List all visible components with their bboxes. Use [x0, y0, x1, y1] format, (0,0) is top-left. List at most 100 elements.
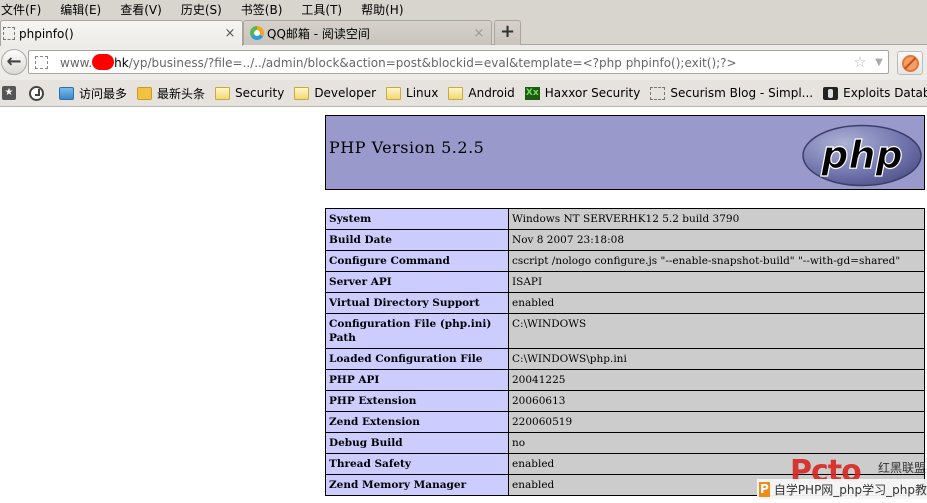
- block-icon: [902, 55, 919, 72]
- info-row: PHP API 20041225: [325, 369, 925, 391]
- info-key: Thread Safety: [325, 453, 509, 475]
- bookmarks-star-icon: ★: [2, 86, 16, 100]
- haxxor-icon: Xx: [524, 86, 540, 100]
- info-key: PHP Extension: [325, 390, 509, 412]
- info-value: cscript /nologo configure.js "--enable-s…: [508, 250, 925, 272]
- folder-icon: [215, 86, 231, 100]
- info-key: Configure Command: [325, 250, 509, 272]
- info-key: Configuration File (php.ini) Path: [325, 313, 509, 349]
- bookmark-folder-linux[interactable]: Linux: [386, 86, 438, 100]
- bookmark-most-visited[interactable]: 访问最多: [59, 85, 127, 102]
- tab-strip: phpinfo() × QQ邮箱 - 阅读空间 × +: [0, 18, 927, 46]
- info-key: Zend Memory Manager: [325, 474, 509, 496]
- rss-icon: [137, 86, 153, 100]
- bookmark-star-icon[interactable]: ☆: [850, 53, 870, 71]
- info-row: Zend Extension 220060519: [325, 411, 925, 433]
- info-key: Debug Build: [325, 432, 509, 454]
- tab-title: QQ邮箱 - 阅读空间: [267, 26, 370, 41]
- tab-qq-mail[interactable]: QQ邮箱 - 阅读空间 ×: [243, 20, 492, 45]
- url-path: /yp/business/?file=../../admin/block&act…: [128, 56, 737, 70]
- exploit-db-icon: [823, 86, 839, 100]
- info-row: Build Date Nov 8 2007 23:18:08: [325, 229, 925, 251]
- info-value: Nov 8 2007 23:18:08: [508, 229, 925, 251]
- info-key: Zend Extension: [325, 411, 509, 433]
- back-arrow-icon: ←: [6, 51, 22, 72]
- folder-icon: [448, 86, 464, 100]
- info-key: Build Date: [325, 229, 509, 251]
- info-row: Debug Build no: [325, 432, 925, 454]
- blank-page-icon: [650, 86, 666, 100]
- bookmark-exploits-database[interactable]: Exploits Database by ...: [823, 86, 927, 100]
- info-value: C:\WINDOWS\php.ini: [508, 348, 925, 370]
- phpinfo-header: PHP Version 5.2.5 php: [325, 115, 925, 190]
- info-value: enabled: [508, 292, 925, 314]
- menu-edit[interactable]: 编辑(E): [57, 1, 104, 18]
- info-value: Windows NT SERVERHK12 5.2 build 3790: [508, 208, 925, 230]
- bookmark-label: Haxxor Security: [544, 86, 641, 100]
- info-value: 20041225: [508, 369, 925, 391]
- info-key: Server API: [325, 271, 509, 293]
- watermark-p-icon: P: [759, 481, 770, 497]
- bookmark-label: 访问最多: [79, 86, 128, 101]
- bookmark-label: Linux: [406, 86, 439, 100]
- redaction-mark: [92, 54, 115, 70]
- info-row: PHP Extension 20060613: [325, 390, 925, 412]
- menu-view[interactable]: 查看(V): [117, 1, 165, 18]
- watermark-bar: P 自学PHP网_php学习_php教: [757, 479, 927, 499]
- menu-tools[interactable]: 工具(T): [298, 1, 345, 18]
- info-row: Configuration File (php.ini) Path C:\WIND…: [325, 313, 925, 349]
- watermark-logo-subtitle: 红黑联盟: [878, 461, 927, 475]
- url-bar[interactable]: www. hk/yp/business/?file=../../admin/blo…: [28, 50, 889, 74]
- folder-icon: [294, 86, 310, 100]
- phpinfo-table: System Windows NT SERVERHK12 5.2 build 37…: [325, 208, 925, 496]
- info-row: Configure Command cscript /nologo configu…: [325, 250, 925, 272]
- history-dropdown-icon[interactable]: ▼: [870, 57, 888, 68]
- info-key: System: [325, 208, 509, 230]
- bookmarks-menu-button[interactable]: ★: [2, 86, 21, 100]
- info-value: 220060519: [508, 411, 925, 433]
- info-value: enabled: [508, 453, 925, 475]
- most-visited-icon: [59, 86, 74, 100]
- history-button[interactable]: [29, 85, 49, 101]
- folder-icon: [386, 86, 402, 100]
- bookmark-label: Exploits Database by ...: [843, 86, 927, 100]
- page-content: PHP Version 5.2.5 php System Windows NT S…: [0, 108, 927, 503]
- clock-icon: [29, 85, 44, 101]
- php-version-title: PHP Version 5.2.5: [329, 138, 485, 157]
- info-row: Loaded Configuration File C:\WINDOWS\php.…: [325, 348, 925, 370]
- menu-help[interactable]: 帮助(H): [358, 1, 406, 18]
- info-row: System Windows NT SERVERHK12 5.2 build 37…: [325, 208, 925, 230]
- close-tab-icon[interactable]: ×: [473, 26, 485, 41]
- bookmark-label: Securism Blog - Simpl...: [670, 86, 814, 100]
- menu-bookmarks[interactable]: 书签(B): [238, 1, 286, 18]
- blank-page-icon: [3, 27, 15, 40]
- info-value: C:\WINDOWS: [508, 313, 925, 349]
- info-value: ISAPI: [508, 271, 925, 293]
- info-key: Virtual Directory Support: [325, 292, 509, 314]
- menu-file[interactable]: 文件(F): [0, 1, 44, 18]
- bookmark-folder-security[interactable]: Security: [215, 86, 284, 100]
- site-identity-icon[interactable]: [35, 55, 48, 69]
- bookmark-folder-developer[interactable]: Developer: [294, 86, 376, 100]
- url-prefix: www.: [60, 56, 93, 70]
- bookmark-haxxor-security[interactable]: Xx Haxxor Security: [524, 86, 641, 100]
- bookmark-label: Android: [468, 86, 515, 100]
- info-value: 20060613: [508, 390, 925, 412]
- php-logo-text: php: [820, 133, 902, 177]
- tab-phpinfo[interactable]: phpinfo() ×: [0, 20, 243, 46]
- url-host: hk: [114, 56, 129, 70]
- php-logo[interactable]: php: [801, 123, 923, 188]
- url-text[interactable]: www. hk/yp/business/?file=../../admin/blo…: [60, 54, 850, 70]
- info-value: no: [508, 432, 925, 454]
- addon-button[interactable]: [897, 51, 923, 75]
- menu-history[interactable]: 历史(S): [178, 1, 225, 18]
- close-tab-icon[interactable]: ×: [224, 26, 236, 41]
- new-tab-button[interactable]: +: [494, 20, 521, 45]
- bookmark-label: 最新头条: [157, 86, 206, 101]
- bookmark-securism-blog[interactable]: Securism Blog - Simpl...: [650, 86, 813, 100]
- bookmark-folder-android[interactable]: Android: [448, 86, 515, 100]
- bookmark-label: Developer: [314, 86, 377, 100]
- bookmarks-toolbar: ★ 访问最多 最新头条 Security Developer Linux And…: [0, 80, 927, 107]
- back-button[interactable]: ←: [1, 49, 27, 75]
- bookmark-latest-headlines[interactable]: 最新头条: [137, 85, 205, 102]
